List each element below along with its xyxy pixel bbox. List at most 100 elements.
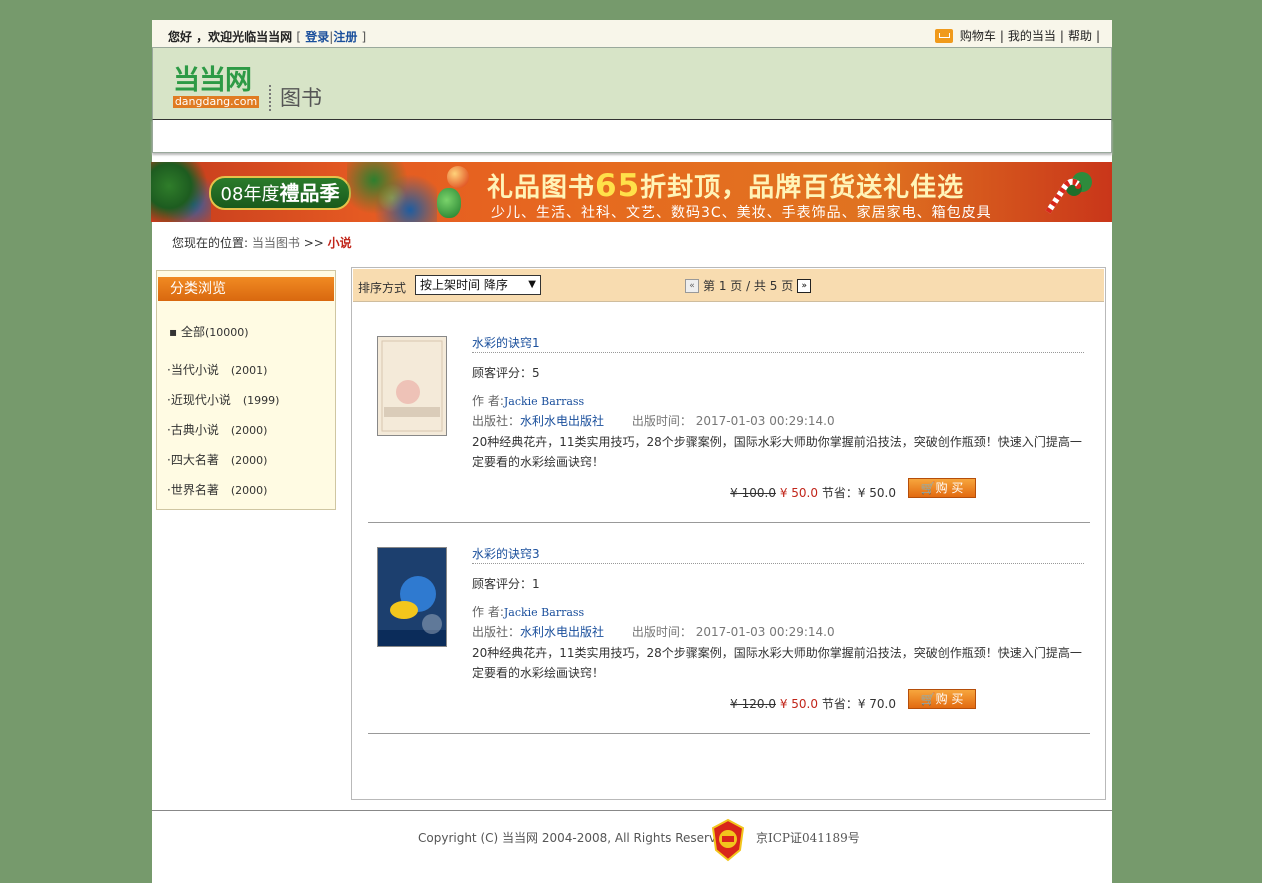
icp-license[interactable]: 京ICP证041189号: [756, 829, 860, 846]
publish-time: 出版时间： 2017-01-03 00:29:14.0: [632, 625, 835, 639]
police-emblem-icon[interactable]: [710, 818, 746, 862]
cart-link[interactable]: 购物车: [960, 27, 996, 44]
author-label: 作 者:: [472, 605, 504, 619]
book-title-link[interactable]: 水彩的诀窍3: [472, 545, 540, 562]
buy-button[interactable]: 🛒购 买: [908, 478, 976, 498]
category-item[interactable]: ·四大名著 (2000): [167, 451, 267, 468]
author-link[interactable]: Jackie Barrass: [504, 606, 584, 619]
book-publisher: 出版社：水利水电出版社 出版时间： 2017-01-03 00:29:14.0: [472, 412, 835, 429]
separator: |: [1059, 28, 1064, 43]
category-item[interactable]: ·古典小说 (2000): [167, 421, 267, 438]
save-label: 节省：: [821, 486, 858, 500]
breadcrumb-current: 小说: [327, 236, 352, 250]
sort-label: 排序方式: [358, 281, 407, 295]
logo-divider: [269, 85, 273, 111]
headline-part-a: 礼品图书: [487, 173, 596, 203]
breadcrumb-prefix: 您现在的位置:: [172, 236, 249, 250]
book-item: 水彩的诀窍1 顾客评分：5 作 者:Jackie Barrass 出版社：水利水…: [368, 322, 1090, 523]
promo-banner[interactable]: 08年度禮品季 礼品图书65折封顶，品牌百货送礼佳选 少儿、生活、社科、文艺、数…: [151, 162, 1112, 222]
category-label: ·世界名著: [167, 483, 219, 497]
page-container: 您好 ，欢迎光临当当网 [ 登录|注册 ] 购物车 | 我的当当 | 帮助 | …: [151, 20, 1112, 883]
category-label: ·四大名著: [167, 453, 219, 467]
logo-domain: dangdang.com: [173, 95, 259, 108]
help-link[interactable]: 帮助: [1068, 27, 1092, 44]
book-publisher: 出版社：水利水电出版社 出版时间： 2017-01-03 00:29:14.0: [472, 623, 835, 640]
category-label: ·古典小说: [167, 423, 219, 437]
sale-price: ¥ 50.0: [779, 697, 818, 711]
greeting-text: 您好 ，欢迎光临当当网: [168, 30, 293, 44]
category-count: (1999): [242, 394, 280, 407]
login-link[interactable]: 登录: [305, 30, 329, 44]
original-price: ¥ 120.0: [730, 697, 776, 711]
book-author: 作 者:Jackie Barrass: [472, 392, 584, 409]
my-dangdang-link[interactable]: 我的当当: [1008, 27, 1056, 44]
sort-bar: 排序方式 按上架时间 降序 ▼ « 第 1 页 / 共 5 页 »: [353, 269, 1104, 302]
category-all[interactable]: ▪ 全部(10000): [169, 323, 249, 340]
category-count: (2000): [230, 484, 268, 497]
prev-page-icon[interactable]: «: [685, 278, 699, 293]
time-label: 出版时间：: [631, 414, 692, 428]
book-description: 20种经典花卉，11类实用技巧，28个步骤案例，国际水彩大师助你掌握前沿技法，突…: [472, 435, 1082, 469]
category-count: (2000): [230, 454, 268, 467]
category-count: (2000): [230, 424, 268, 437]
bracket-close: ]: [361, 30, 367, 44]
breadcrumb-separator: >>: [303, 236, 324, 250]
book-description: 20种经典花卉，11类实用技巧，28个步骤案例，国际水彩大师助你掌握前沿技法，突…: [472, 646, 1082, 680]
book-rating: 顾客评分：1: [472, 575, 540, 592]
banner-headline: 礼品图书65折封顶，品牌百货送礼佳选: [487, 167, 964, 204]
sidebar-title: 分类浏览: [158, 277, 334, 301]
save-amount: ¥ 50.0: [857, 486, 896, 500]
book-cover-image[interactable]: [377, 336, 447, 436]
category-count: (2001): [230, 364, 268, 377]
time-value: 2017-01-03 00:29:14.0: [695, 625, 835, 639]
book-cover-image[interactable]: [377, 547, 447, 647]
category-item[interactable]: ·当代小说 (2001): [167, 361, 267, 378]
bauble-icon: [447, 166, 469, 188]
category-label: ·近现代小说: [167, 393, 231, 407]
rating-label: 顾客评分：: [472, 366, 533, 380]
banner-subtitle: 少儿、生活、社科、文艺、数码3C、美妆、手表饰品、家居家电、箱包皮具: [491, 205, 992, 221]
register-link[interactable]: 注册: [333, 30, 357, 44]
author-link[interactable]: Jackie Barrass: [504, 395, 584, 408]
sort-select[interactable]: 按上架时间 降序 ▼: [415, 275, 541, 295]
pagination: « 第 1 页 / 共 5 页 »: [685, 277, 812, 294]
category-item[interactable]: ·世界名著 (2000): [167, 481, 267, 498]
save-amount: ¥ 70.0: [857, 697, 896, 711]
copyright-text: Copyright (C) 当当网 2004-2008, All Rights …: [418, 831, 732, 845]
book-title-link[interactable]: 水彩的诀窍1: [472, 334, 540, 351]
badge-prefix: 08年度: [220, 184, 280, 205]
top-bar: 您好 ，欢迎光临当当网 [ 登录|注册 ] 购物车 | 我的当当 | 帮助 |: [152, 20, 1112, 48]
category-label: ·当代小说: [167, 363, 219, 377]
publisher-label: 出版社：: [472, 414, 521, 428]
section-title: 图书: [280, 86, 322, 110]
buy-button[interactable]: 🛒购 买: [908, 689, 976, 709]
headline-part-b: 折封顶，品牌百货送礼佳选: [640, 173, 965, 203]
time-label: 出版时间：: [631, 625, 692, 639]
publisher-link[interactable]: 水利水电出版社: [520, 414, 604, 428]
next-page-icon[interactable]: »: [797, 278, 812, 293]
save-label: 节省：: [821, 697, 858, 711]
book-author: 作 者:Jackie Barrass: [472, 603, 584, 620]
category-all-label: ▪ 全部: [169, 325, 205, 339]
author-label: 作 者:: [472, 394, 504, 408]
lantern-icon: [437, 188, 461, 218]
headline-number: 65: [595, 168, 641, 204]
bracket-open: [: [296, 30, 302, 44]
separator: |: [999, 28, 1004, 43]
dangdang-logo[interactable]: 当当网 dangdang.com: [173, 67, 261, 111]
nav-strip: [152, 119, 1112, 153]
book-item: 水彩的诀窍3 顾客评分：1 作 者:Jackie Barrass 出版社：水利水…: [368, 533, 1090, 734]
shopping-cart-icon[interactable]: [934, 28, 953, 43]
book-price: ¥ 120.0 ¥ 50.0 节省：¥ 70.0: [730, 695, 896, 712]
breadcrumb-books-link[interactable]: 当当图书: [252, 236, 300, 250]
category-item[interactable]: ·近现代小说 (1999): [167, 391, 279, 408]
title-divider: [472, 563, 1084, 564]
publisher-link[interactable]: 水利水电出版社: [520, 625, 604, 639]
page-indicator: 第 1 页 / 共 5 页: [703, 279, 794, 293]
shopping-cart-icon: 🛒: [920, 481, 936, 495]
publish-time: 出版时间： 2017-01-03 00:29:14.0: [632, 414, 835, 428]
original-price: ¥ 100.0: [730, 486, 776, 500]
chevron-down-icon: ▼: [528, 279, 536, 290]
tree-decoration: [151, 162, 211, 222]
title-divider: [472, 352, 1084, 353]
